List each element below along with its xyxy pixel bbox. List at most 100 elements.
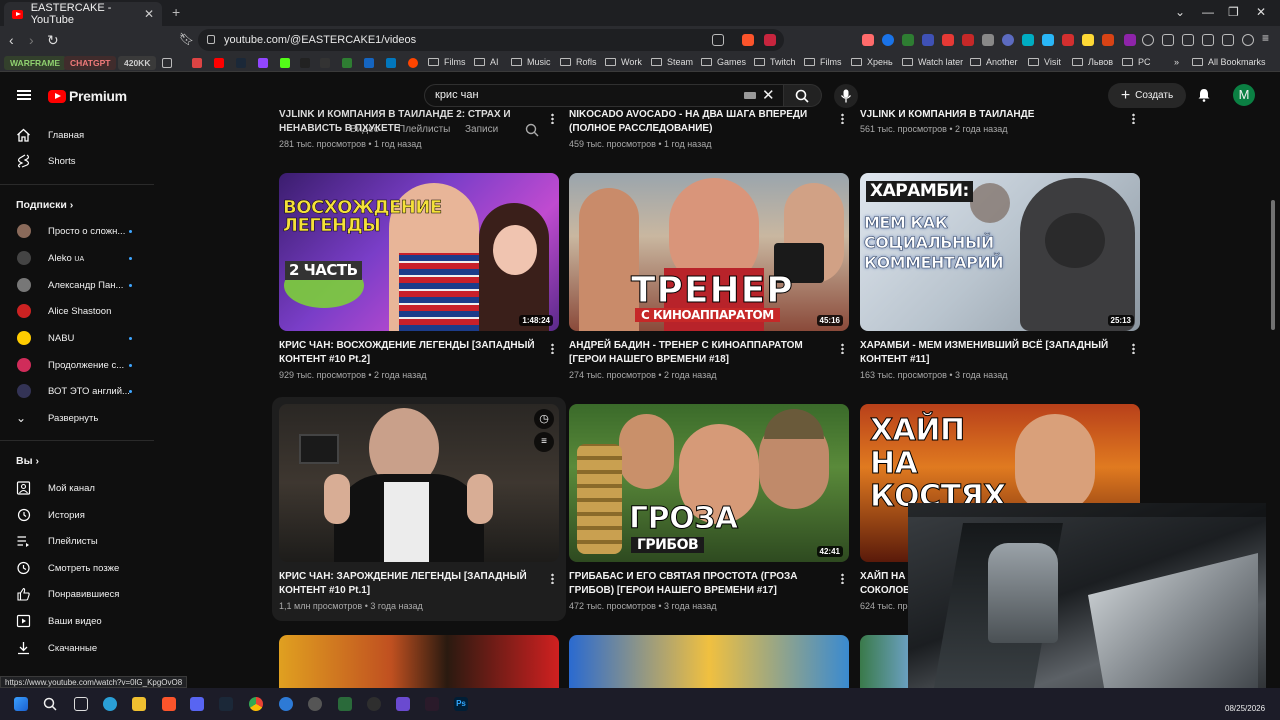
extension-icon[interactable] <box>862 34 874 46</box>
bookmark-folder[interactable]: Steam <box>651 57 693 67</box>
bookmark-folder[interactable]: AI <box>474 57 499 67</box>
twitch-bookmark-icon[interactable] <box>258 58 268 68</box>
more-actions-icon[interactable] <box>551 113 554 124</box>
cast-icon[interactable] <box>712 34 724 46</box>
bookmark-folder[interactable]: Хрень <box>851 57 893 67</box>
gmail-icon[interactable] <box>192 58 202 68</box>
bookmark-folder[interactable]: Twitch <box>754 57 796 67</box>
menu-icon[interactable]: ≡ <box>1262 31 1274 45</box>
app-icon[interactable] <box>279 697 293 711</box>
brave-rewards-icon[interactable] <box>764 34 776 46</box>
extension-icon[interactable] <box>1002 34 1014 46</box>
bookmark-folder[interactable]: Films <box>428 57 466 67</box>
video-title[interactable]: АНДРЕЙ БАДИН - ТРЕНЕР С КИНОАППАРАТОМ [Г… <box>569 339 839 367</box>
video-title[interactable]: VJLINK И КОМПАНИЯ В ТАИЛАНДЕ 2: СТРАХ И … <box>279 108 549 136</box>
you-heading[interactable]: Вы › <box>16 455 39 467</box>
sidebar-item-liked[interactable]: Понравившиеся <box>0 581 154 607</box>
sidebar-item-home[interactable]: Главная <box>0 122 154 148</box>
bookmark-folder[interactable]: Films <box>804 57 842 67</box>
app-icon[interactable] <box>396 697 410 711</box>
extension-icon[interactable] <box>1142 34 1154 46</box>
extension-icon[interactable] <box>1022 34 1034 46</box>
sidebar-subscription[interactable]: ВОТ ЭТО англий... <box>0 378 154 404</box>
address-bar[interactable]: youtube.com/@EASTERCAKE1/videos <box>198 29 784 51</box>
video-thumbnail[interactable]: ◷ ≡ <box>279 404 559 562</box>
expand-subscriptions-button[interactable]: ⌄ Развернуть <box>0 405 154 431</box>
extension-icon[interactable] <box>1042 34 1054 46</box>
close-tab-icon[interactable]: ✕ <box>144 7 154 21</box>
extension-icon[interactable] <box>982 34 994 46</box>
bookmark-page-icon[interactable]: 🔖︎ <box>179 32 194 46</box>
sidebar-toggle-icon[interactable] <box>1182 34 1194 46</box>
wallet-icon[interactable] <box>1202 34 1214 46</box>
extension-icon[interactable] <box>922 34 934 46</box>
subscriptions-heading[interactable]: Подписки › <box>16 199 73 211</box>
bookmark-icon[interactable] <box>364 58 374 68</box>
video-thumbnail[interactable]: ГРОЗА ГРИБОВ 42:41 <box>569 404 849 562</box>
menu-icon[interactable] <box>17 90 31 100</box>
sidebar-item-playlists[interactable]: Плейлисты <box>0 528 154 554</box>
app-icon[interactable] <box>338 697 352 711</box>
video-title[interactable]: КРИС ЧАН: ВОСХОЖДЕНИЕ ЛЕГЕНДЫ [ЗАПАДНЫЙ … <box>279 339 549 367</box>
apps-icon[interactable] <box>162 58 172 68</box>
extension-icon[interactable] <box>1062 34 1074 46</box>
avatar[interactable]: M <box>1233 84 1255 106</box>
maximize-icon[interactable]: ❐ <box>1228 5 1239 19</box>
video-title[interactable]: ХАРАМБИ - МЕМ ИЗМЕНИВШИЙ ВСЁ [ЗАПАДНЫЙ К… <box>860 339 1130 367</box>
bookmark-folder[interactable]: PC <box>1122 57 1151 67</box>
video-thumbnail[interactable] <box>279 635 559 688</box>
sidebar-item-history[interactable]: История <box>0 502 154 528</box>
bookmark-folder[interactable]: Another <box>970 57 1018 67</box>
discord-icon[interactable] <box>190 697 204 711</box>
reload-icon[interactable]: ↻ <box>47 32 59 49</box>
add-to-queue-icon[interactable]: ≡ <box>534 432 554 452</box>
adblock-icon[interactable] <box>962 34 974 46</box>
tab-search-chevron-icon[interactable]: ⌄ <box>1175 5 1185 19</box>
more-actions-icon[interactable] <box>1132 343 1135 354</box>
vpn-icon[interactable] <box>1242 34 1254 46</box>
create-button[interactable]: + Создать <box>1108 83 1186 108</box>
search-button[interactable] <box>784 84 822 107</box>
extension-icon[interactable] <box>1082 34 1094 46</box>
video-thumbnail[interactable] <box>860 635 908 688</box>
more-actions-icon[interactable] <box>551 343 554 354</box>
sidebar-item-watch-later[interactable]: Смотреть позже <box>0 555 154 581</box>
video-title[interactable]: VJLINK И КОМПАНИЯ В ТАИЛАНДЕ <box>860 108 1130 122</box>
chrome-icon[interactable] <box>249 697 263 711</box>
extension-icon[interactable] <box>942 34 954 46</box>
close-window-icon[interactable]: ✕ <box>1256 5 1266 19</box>
extension-icon[interactable] <box>902 34 914 46</box>
search-icon[interactable] <box>43 697 57 711</box>
more-actions-icon[interactable] <box>1132 113 1135 124</box>
keyboard-icon[interactable] <box>744 92 756 99</box>
reddit-bookmark-icon[interactable] <box>408 58 418 68</box>
browser-tab[interactable]: EASTERCAKE - YouTube ✕ <box>4 2 162 26</box>
bookmark-pill-420kk[interactable]: 420KK <box>118 56 157 70</box>
site-info-icon[interactable] <box>207 35 215 44</box>
brave-browser-icon[interactable] <box>162 697 176 711</box>
extensions-puzzle-icon[interactable] <box>1162 34 1174 46</box>
sidebar-item-downloads[interactable]: Скачанные <box>0 635 154 661</box>
video-thumbnail[interactable]: ТРЕНЕР С КИНОАППАРАТОМ 45:16 <box>569 173 849 331</box>
more-bookmarks-button[interactable]: » <box>1174 57 1179 67</box>
notifications-bell-icon[interactable] <box>1197 88 1211 102</box>
extension-icon[interactable] <box>1102 34 1114 46</box>
minimize-icon[interactable]: — <box>1202 5 1214 19</box>
obs-icon[interactable] <box>367 697 381 711</box>
kick-bookmark-icon[interactable] <box>280 58 290 68</box>
more-actions-icon[interactable] <box>551 573 554 584</box>
more-actions-icon[interactable] <box>841 343 844 354</box>
more-actions-icon[interactable] <box>841 573 844 584</box>
video-title[interactable]: ГРИБАБАС И ЕГО СВЯТАЯ ПРОСТОТА (ГРОЗА ГР… <box>569 570 839 598</box>
all-bookmarks[interactable]: All Bookmarks <box>1192 57 1266 67</box>
bookmark-folder[interactable]: Work <box>605 57 642 67</box>
brave-shields-icon[interactable] <box>742 34 754 46</box>
leo-ai-icon[interactable] <box>1222 34 1234 46</box>
extension-icon[interactable] <box>882 34 894 46</box>
sidebar-subscription[interactable]: Alice Shastoon <box>0 298 154 324</box>
youtube-bookmark-icon[interactable] <box>214 58 224 68</box>
app-icon[interactable] <box>425 697 439 711</box>
video-title[interactable]: КРИС ЧАН: ЗАРОЖДЕНИЕ ЛЕГЕНДЫ [ЗАПАДНЫЙ К… <box>279 570 549 598</box>
scrollbar-thumb[interactable] <box>1271 200 1275 330</box>
bookmark-icon[interactable] <box>342 58 352 68</box>
